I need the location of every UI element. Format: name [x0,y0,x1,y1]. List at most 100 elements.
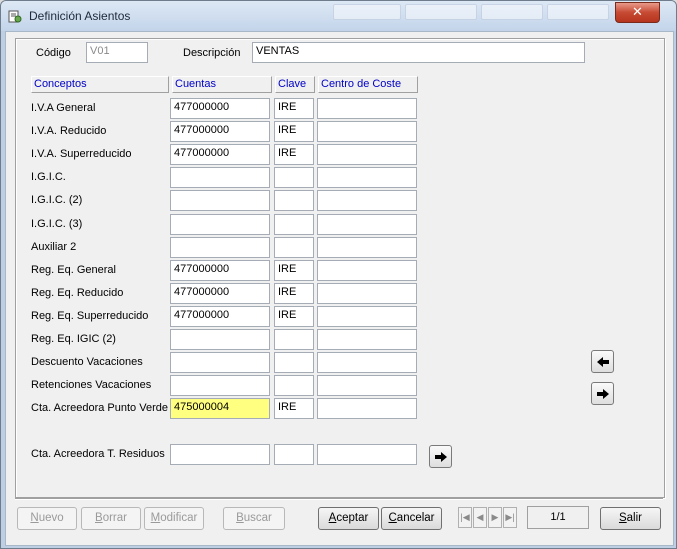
cuenta-field[interactable]: 477000000 [170,283,270,304]
modificar-label: odificar [160,512,198,524]
first-record-icon[interactable]: |◀ [458,507,472,528]
cancelar-button[interactable]: Cancelar [381,507,442,530]
concepto-label: I.G.I.C. (3) [31,218,83,230]
clave-field[interactable]: IRE [274,306,314,327]
titlebar-ghost-1 [333,4,401,20]
arrow-right-icon [434,451,447,462]
clave-field[interactable]: IRE [274,121,314,142]
clave-field[interactable] [274,444,314,465]
nuevo-button[interactable]: Nuevo [17,507,77,530]
record-navigator: |◀ ◀ ▶ ▶| [458,507,520,528]
cuenta-field[interactable] [170,237,270,258]
concepto-label: Retenciones Vacaciones [31,379,152,391]
clave-field[interactable]: IRE [274,283,314,304]
concepto-label: Reg. Eq. Reducido [31,287,124,299]
centro-coste-field[interactable] [317,306,417,327]
clave-field[interactable] [274,375,314,396]
centro-coste-field[interactable] [317,444,417,465]
cuenta-field[interactable]: 477000000 [170,144,270,165]
cuenta-field[interactable] [170,214,270,235]
centro-coste-field[interactable] [317,237,417,258]
cancelar-accel: C [388,512,397,524]
clave-field[interactable] [274,167,314,188]
centro-coste-field[interactable] [317,167,417,188]
clave-field[interactable] [274,214,314,235]
clave-field[interactable]: IRE [274,260,314,281]
clave-field[interactable]: IRE [274,98,314,119]
concepto-label: Cta. Acreedora T. Residuos [31,448,165,460]
codigo-label: Código [36,47,71,59]
cuenta-field[interactable] [170,329,270,350]
column-header-clave: Clave [275,76,315,93]
cuenta-field[interactable]: 477000000 [170,260,270,281]
buscar-accel: B [236,512,244,524]
clave-field[interactable] [274,237,314,258]
column-header-conceptos: Conceptos [31,76,169,93]
salir-label: alir [626,512,642,524]
residuos-arrow-button[interactable] [429,445,452,468]
descripcion-field[interactable]: VENTAS [252,42,585,63]
centro-coste-field[interactable] [317,329,417,350]
salir-button[interactable]: Salir [600,507,661,530]
titlebar-ghost-4 [547,4,609,20]
borrar-button[interactable]: Borrar [81,507,141,530]
arrow-left-icon [596,356,609,367]
move-left-button[interactable] [591,350,614,373]
concepto-label: Auxiliar 2 [31,241,77,253]
salir-accel: S [618,512,627,524]
centro-coste-field[interactable] [317,375,417,396]
cuenta-field[interactable]: 477000000 [170,306,270,327]
prev-record-icon[interactable]: ◀ [473,507,487,528]
borrar-label: orrar [102,512,127,524]
aceptar-button[interactable]: Aceptar [318,507,379,530]
concepto-label: Reg. Eq. Superreducido [31,310,149,322]
cuenta-field[interactable] [170,352,270,373]
concepto-label: I.V.A. Superreducido [31,148,132,160]
app-icon [8,10,22,23]
centro-coste-field[interactable] [317,260,417,281]
page-indicator: 1/1 [527,506,589,529]
cuenta-field[interactable]: 477000000 [170,98,270,119]
buscar-label: uscar [243,512,272,524]
cuenta-field[interactable] [170,444,270,465]
main-window: Definición Asientos ✕ Código V01 Descrip… [0,0,677,549]
cuenta-field[interactable]: 477000000 [170,121,270,142]
centro-coste-field[interactable] [317,121,417,142]
concepto-label: I.G.I.C. [31,171,66,183]
nuevo-label: uevo [38,512,64,524]
concepto-label: Reg. Eq. IGIC (2) [31,333,116,345]
move-right-button[interactable] [591,382,614,405]
concepto-label: I.V.A. Reducido [31,125,107,137]
clave-field[interactable]: IRE [274,144,314,165]
modificar-button[interactable]: Modificar [144,507,204,530]
centro-coste-field[interactable] [317,144,417,165]
close-icon[interactable]: ✕ [615,2,660,23]
nuevo-accel: N [30,512,39,524]
centro-coste-field[interactable] [317,98,417,119]
centro-coste-field[interactable] [317,352,417,373]
last-record-icon[interactable]: ▶| [503,507,517,528]
clave-field[interactable] [274,329,314,350]
next-record-icon[interactable]: ▶ [488,507,502,528]
centro-coste-field[interactable] [317,283,417,304]
titlebar-ghost-2 [405,4,477,20]
cuenta-field[interactable] [170,190,270,211]
bottom-separator [15,498,663,500]
column-header-centro-coste: Centro de Coste [318,76,418,93]
modificar-accel: M [150,512,161,524]
clave-field[interactable] [274,190,314,211]
descripcion-label: Descripción [183,47,241,59]
concepto-label: Reg. Eq. General [31,264,116,276]
codigo-field[interactable]: V01 [86,42,148,63]
clave-field[interactable]: IRE [274,398,314,419]
cuenta-field[interactable]: 475000004 [170,398,270,419]
centro-coste-field[interactable] [317,214,417,235]
cuenta-field[interactable] [170,167,270,188]
cuenta-field[interactable] [170,375,270,396]
arrow-right-icon [596,388,609,399]
column-header-cuentas: Cuentas [172,76,272,93]
clave-field[interactable] [274,352,314,373]
centro-coste-field[interactable] [317,190,417,211]
centro-coste-field[interactable] [317,398,417,419]
buscar-button[interactable]: Buscar [223,507,285,530]
